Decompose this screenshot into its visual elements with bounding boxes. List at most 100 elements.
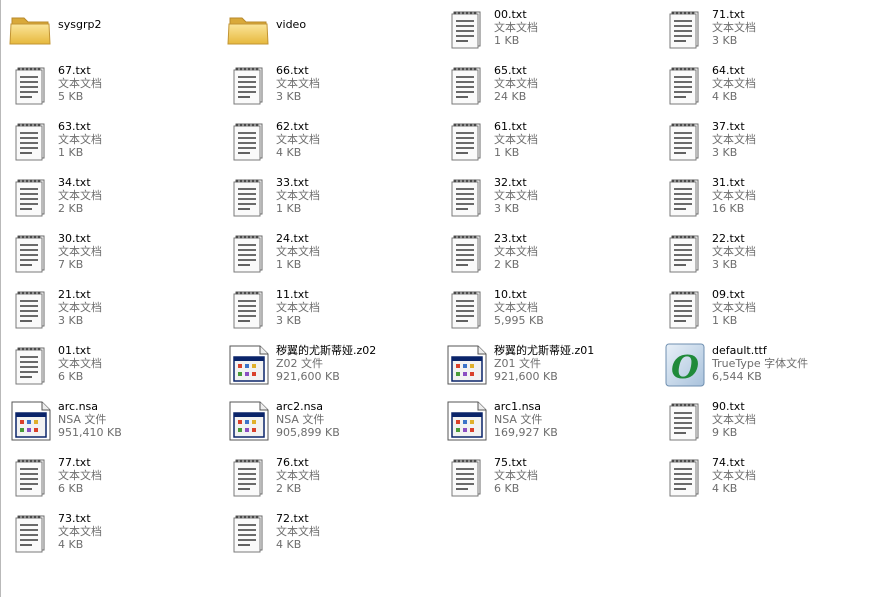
file-item-00.txt[interactable]: 00.txt 文本文档 1 KB <box>442 2 660 58</box>
file-name: 11.txt <box>276 288 309 301</box>
file-name: 30.txt <box>58 232 91 245</box>
file-type: 文本文档 <box>276 469 320 482</box>
file-item-62.txt[interactable]: 62.txt 文本文档 4 KB <box>224 114 442 170</box>
txt-icon <box>444 174 490 220</box>
file-name: 66.txt <box>276 64 309 77</box>
file-item-default.ttf[interactable]: O default.ttf TrueType 字体文件 6,544 KB <box>660 338 872 394</box>
file-type: Z01 文件 <box>494 357 542 370</box>
file-size: 3 KB <box>494 202 520 215</box>
txt-icon <box>226 62 272 108</box>
file-item-75.txt[interactable]: 75.txt 文本文档 6 KB <box>442 450 660 506</box>
file-type: 文本文档 <box>712 77 756 90</box>
file-type: 文本文档 <box>276 301 320 314</box>
file-item-34.txt[interactable]: 34.txt 文本文档 2 KB <box>6 170 224 226</box>
file-type: 文本文档 <box>276 525 320 538</box>
file-name: 33.txt <box>276 176 309 189</box>
file-item-22.txt[interactable]: 22.txt 文本文档 3 KB <box>660 226 872 282</box>
file-item-77.txt[interactable]: 77.txt 文本文档 6 KB <box>6 450 224 506</box>
file-view[interactable]: sysgrp2 video 00.txt 文本文档 1 KB 71.txt 文本… <box>6 2 872 562</box>
file-item-24.txt[interactable]: 24.txt 文本文档 1 KB <box>224 226 442 282</box>
file-type: 文本文档 <box>712 245 756 258</box>
file-type: 文本文档 <box>58 189 102 202</box>
file-name: 09.txt <box>712 288 745 301</box>
file-name: 10.txt <box>494 288 527 301</box>
file-type: 文本文档 <box>712 301 756 314</box>
file-item-arc2.nsa[interactable]: arc2.nsa NSA 文件 905,899 KB <box>224 394 442 450</box>
file-item-65.txt[interactable]: 65.txt 文本文档 24 KB <box>442 58 660 114</box>
file-name: 秽翼的尤斯蒂娅.z01 <box>494 344 595 357</box>
file-item-sysgrp2[interactable]: sysgrp2 <box>6 2 224 58</box>
file-item-64.txt[interactable]: 64.txt 文本文档 4 KB <box>660 58 872 114</box>
file-type: 文本文档 <box>58 357 102 370</box>
file-item-30.txt[interactable]: 30.txt 文本文档 7 KB <box>6 226 224 282</box>
file-item-33.txt[interactable]: 33.txt 文本文档 1 KB <box>224 170 442 226</box>
file-size: 24 KB <box>494 90 527 103</box>
file-name: 65.txt <box>494 64 527 77</box>
file-item-arc1.nsa[interactable]: arc1.nsa NSA 文件 169,927 KB <box>442 394 660 450</box>
file-item-74.txt[interactable]: 74.txt 文本文档 4 KB <box>660 450 872 506</box>
file-size: 3 KB <box>58 314 84 327</box>
file-item-63.txt[interactable]: 63.txt 文本文档 1 KB <box>6 114 224 170</box>
file-type: 文本文档 <box>712 133 756 146</box>
txt-icon <box>8 62 54 108</box>
file-size: 4 KB <box>276 538 302 551</box>
txt-icon <box>662 118 708 164</box>
txt-icon <box>662 6 708 52</box>
file-item-72.txt[interactable]: 72.txt 文本文档 4 KB <box>224 506 442 562</box>
file-type: 文本文档 <box>276 245 320 258</box>
file-size: 4 KB <box>58 538 84 551</box>
file-item-76.txt[interactable]: 76.txt 文本文档 2 KB <box>224 450 442 506</box>
archive-icon <box>226 342 272 388</box>
file-item-71.txt[interactable]: 71.txt 文本文档 3 KB <box>660 2 872 58</box>
file-type: Z02 文件 <box>276 357 324 370</box>
file-size: 3 KB <box>276 90 302 103</box>
file-item-21.txt[interactable]: 21.txt 文本文档 3 KB <box>6 282 224 338</box>
file-item-arc.nsa[interactable]: arc.nsa NSA 文件 951,410 KB <box>6 394 224 450</box>
file-type: 文本文档 <box>276 133 320 146</box>
file-type: 文本文档 <box>712 189 756 202</box>
file-item-67.txt[interactable]: 67.txt 文本文档 5 KB <box>6 58 224 114</box>
file-size: 3 KB <box>712 34 738 47</box>
file-type: 文本文档 <box>276 189 320 202</box>
file-size: 2 KB <box>494 258 520 271</box>
file-item-09.txt[interactable]: 09.txt 文本文档 1 KB <box>660 282 872 338</box>
txt-icon <box>662 230 708 276</box>
file-item-10.txt[interactable]: 10.txt 文本文档 5,995 KB <box>442 282 660 338</box>
txt-icon <box>662 454 708 500</box>
file-name: 00.txt <box>494 8 527 21</box>
txt-icon <box>8 118 54 164</box>
file-size: 1 KB <box>494 146 520 159</box>
file-item-37.txt[interactable]: 37.txt 文本文档 3 KB <box>660 114 872 170</box>
file-type: 文本文档 <box>58 245 102 258</box>
file-item-61.txt[interactable]: 61.txt 文本文档 1 KB <box>442 114 660 170</box>
file-name: 90.txt <box>712 400 745 413</box>
file-type: 文本文档 <box>58 469 102 482</box>
file-item-31.txt[interactable]: 31.txt 文本文档 16 KB <box>660 170 872 226</box>
file-name: 75.txt <box>494 456 527 469</box>
file-name: sysgrp2 <box>58 18 102 31</box>
file-type: 文本文档 <box>494 21 538 34</box>
file-item-66.txt[interactable]: 66.txt 文本文档 3 KB <box>224 58 442 114</box>
file-item-01.txt[interactable]: 01.txt 文本文档 6 KB <box>6 338 224 394</box>
file-item-23.txt[interactable]: 23.txt 文本文档 2 KB <box>442 226 660 282</box>
file-item-32.txt[interactable]: 32.txt 文本文档 3 KB <box>442 170 660 226</box>
file-name: 秽翼的尤斯蒂娅.z02 <box>276 344 377 357</box>
file-item-秽翼的尤斯蒂娅.z02[interactable]: 秽翼的尤斯蒂娅.z02 Z02 文件 921,600 KB <box>224 338 442 394</box>
file-name: 71.txt <box>712 8 745 21</box>
file-item-73.txt[interactable]: 73.txt 文本文档 4 KB <box>6 506 224 562</box>
txt-icon <box>662 398 708 444</box>
file-item-90.txt[interactable]: 90.txt 文本文档 9 KB <box>660 394 872 450</box>
file-size: 6,544 KB <box>712 370 762 383</box>
file-size: 6 KB <box>58 370 84 383</box>
file-item-秽翼的尤斯蒂娅.z01[interactable]: 秽翼的尤斯蒂娅.z01 Z01 文件 921,600 KB <box>442 338 660 394</box>
txt-icon <box>226 286 272 332</box>
file-item-video[interactable]: video <box>224 2 442 58</box>
txt-icon <box>444 230 490 276</box>
file-item-11.txt[interactable]: 11.txt 文本文档 3 KB <box>224 282 442 338</box>
file-type: 文本文档 <box>712 413 756 426</box>
file-name: 31.txt <box>712 176 745 189</box>
txt-icon <box>444 118 490 164</box>
txt-icon <box>662 174 708 220</box>
file-size: 905,899 KB <box>276 426 340 439</box>
txt-icon <box>444 6 490 52</box>
